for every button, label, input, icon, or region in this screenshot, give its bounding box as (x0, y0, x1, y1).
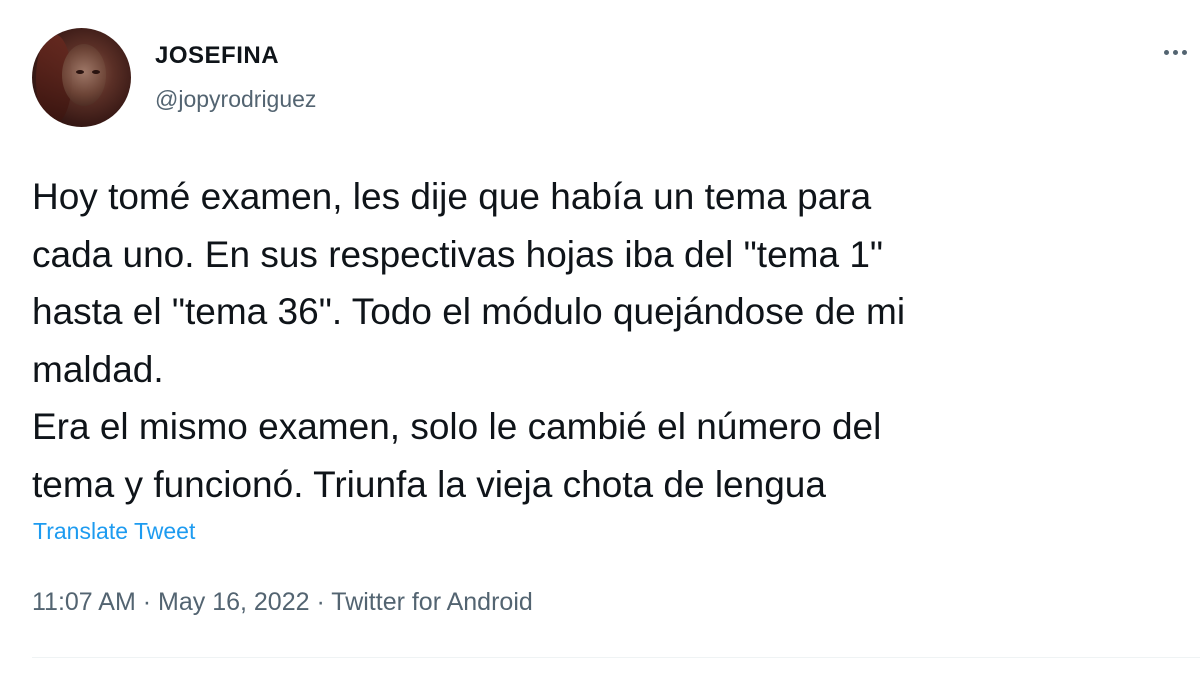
tweet-date[interactable]: May 16, 2022 (158, 588, 310, 616)
dot (1172, 49, 1178, 55)
dot (1181, 49, 1187, 55)
avatar-eye (76, 70, 84, 74)
tweet-text: Hoy tomé examen, les dije que había un t… (32, 176, 906, 505)
more-options-icon[interactable] (1158, 40, 1192, 64)
translate-tweet-link[interactable]: Translate Tweet (33, 518, 195, 545)
meta-separator: · (142, 588, 152, 616)
tweet-time[interactable]: 11:07 AM (32, 588, 136, 616)
display-name[interactable]: JOSEFINA (155, 42, 279, 70)
meta-separator: · (316, 588, 325, 616)
divider (32, 657, 1200, 658)
user-handle[interactable]: @jopyrodriguez (155, 86, 316, 113)
avatar-face (62, 44, 106, 106)
tweet-source[interactable]: Twitter for Android (331, 588, 532, 616)
tweet-metadata: 11:07 AM · May 16, 2022 · Twitter for An… (32, 588, 533, 617)
dot (1163, 49, 1169, 55)
avatar-eye (92, 70, 100, 74)
avatar[interactable] (32, 28, 131, 127)
